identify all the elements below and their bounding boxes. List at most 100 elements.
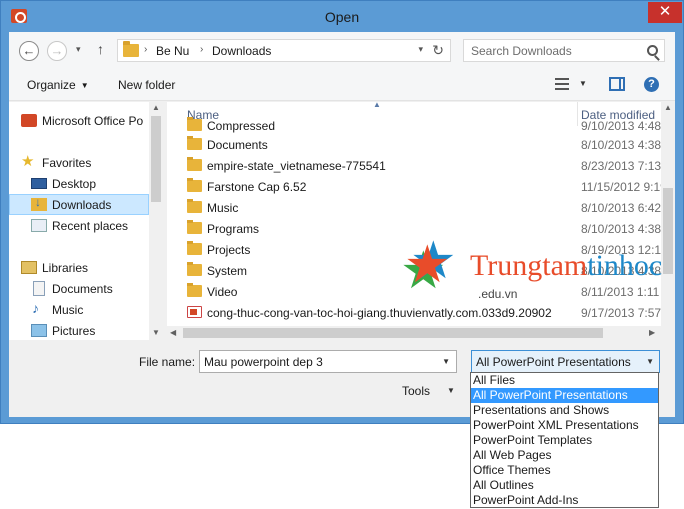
file-date: 8/10/2013 4:38 xyxy=(581,264,661,278)
tools-button[interactable]: Tools xyxy=(402,384,430,398)
recent-locations-chevron-icon[interactable]: ▾ xyxy=(76,44,81,55)
new-folder-button[interactable]: New folder xyxy=(118,78,175,92)
preview-pane-icon[interactable] xyxy=(609,77,625,91)
scroll-up-icon[interactable]: ▲ xyxy=(152,103,160,112)
file-row[interactable]: Compressed 9/10/2013 4:48 xyxy=(167,115,661,136)
file-row[interactable]: empire-state_vietnamese-775541 8/23/2013… xyxy=(167,155,661,176)
file-type-select[interactable]: All PowerPoint Presentations ▼ xyxy=(471,350,660,373)
chevron-down-icon[interactable]: ▼ xyxy=(646,357,654,366)
file-name: Compressed xyxy=(207,119,276,133)
scrollbar-thumb[interactable] xyxy=(151,116,161,202)
scroll-right-icon[interactable]: ▶ xyxy=(649,328,655,337)
scrollbar-thumb[interactable] xyxy=(183,328,603,338)
file-row[interactable]: Video 8/11/2013 1:11 xyxy=(167,281,661,302)
file-row[interactable]: Documents 8/10/2013 4:38 xyxy=(167,134,661,155)
sidebar-item-downloads[interactable]: Downloads xyxy=(9,194,149,215)
file-row[interactable]: Projects 8/19/2013 12:1 xyxy=(167,239,661,260)
file-name: Video xyxy=(207,285,238,299)
folder-icon xyxy=(187,117,202,131)
up-button[interactable]: ↑ xyxy=(97,41,104,57)
horizontal-scrollbar[interactable]: ◀ ▶ xyxy=(167,326,675,340)
file-list: Name ▲ Date modified Compressed 9/10/201… xyxy=(167,102,675,340)
file-row[interactable]: Music 8/10/2013 6:42 xyxy=(167,197,661,218)
dropdown-option[interactable]: Presentations and Shows xyxy=(471,403,658,418)
file-name-value[interactable]: Mau powerpoint dep 3 xyxy=(204,355,323,369)
title-bar[interactable]: Open ✕ xyxy=(1,1,683,32)
dropdown-option[interactable]: PowerPoint XML Presentations xyxy=(471,418,658,433)
recent-places-icon xyxy=(31,219,47,232)
refresh-icon[interactable]: ↻ xyxy=(432,42,444,59)
address-history-chevron-icon[interactable]: ▾ xyxy=(418,44,423,55)
open-dialog-window: Open ✕ ← → ▾ ↑ › Be Nu › Downloads ▾ ↻ S… xyxy=(0,0,684,424)
navigation-scrollbar[interactable]: ▲ ▼ xyxy=(149,102,163,340)
folder-icon xyxy=(187,199,202,213)
file-list-scrollbar[interactable]: ▲ xyxy=(661,102,675,326)
file-name: cong-thuc-cong-van-toc-hoi-giang.thuvien… xyxy=(207,306,552,320)
file-name: Programs xyxy=(207,222,260,236)
file-row[interactable]: System 8/10/2013 4:38 xyxy=(167,260,661,281)
scroll-up-icon[interactable]: ▲ xyxy=(664,103,672,112)
sidebar-item-libraries[interactable]: Libraries xyxy=(9,257,149,278)
sidebar-item-recent-places[interactable]: Recent places xyxy=(9,215,149,236)
back-button[interactable]: ← xyxy=(19,41,39,61)
help-icon[interactable]: ? xyxy=(644,77,659,92)
file-date: 8/11/2013 1:11 xyxy=(581,285,660,299)
breadcrumb-separator-icon[interactable]: › xyxy=(144,44,147,55)
file-date: 11/15/2012 9:19 xyxy=(581,180,661,194)
organize-button[interactable]: Organize ▼ xyxy=(27,78,89,92)
dropdown-option[interactable]: PowerPoint Add-Ins xyxy=(471,493,658,508)
file-row[interactable]: Farstone Cap 6.52 11/15/2012 9:19 xyxy=(167,176,661,197)
file-date: 8/10/2013 4:38 xyxy=(581,138,661,152)
dropdown-option-selected[interactable]: All PowerPoint Presentations xyxy=(471,388,658,403)
folder-icon xyxy=(187,283,202,297)
file-name: Music xyxy=(207,201,239,215)
sidebar-item-documents[interactable]: Documents xyxy=(9,278,149,299)
office-icon xyxy=(21,114,37,127)
organize-label: Organize xyxy=(27,78,76,92)
breadcrumb-item[interactable]: Downloads xyxy=(212,44,271,58)
address-bar[interactable]: › Be Nu › Downloads ▾ ↻ xyxy=(117,39,451,62)
navigation-pane: Microsoft Office Po ★ Favorites Desktop … xyxy=(9,102,163,340)
file-date: 8/19/2013 12:1 xyxy=(581,243,661,257)
view-options-chevron-icon[interactable]: ▼ xyxy=(579,79,587,88)
dropdown-option[interactable]: Office Themes xyxy=(471,463,658,478)
folder-icon xyxy=(187,220,202,234)
scroll-down-icon[interactable]: ▼ xyxy=(152,328,160,337)
file-date: 9/17/2013 7:57 xyxy=(581,306,661,320)
forward-button[interactable]: → xyxy=(47,41,67,61)
sidebar-item-microsoft-office[interactable]: Microsoft Office Po xyxy=(9,110,149,131)
search-input[interactable]: Search Downloads xyxy=(471,44,572,58)
file-name: empire-state_vietnamese-775541 xyxy=(207,159,386,173)
scrollbar-thumb[interactable] xyxy=(663,188,673,274)
search-box[interactable]: Search Downloads xyxy=(463,39,665,62)
search-icon[interactable] xyxy=(647,45,658,56)
sidebar-item-favorites[interactable]: ★ Favorites xyxy=(9,152,149,173)
file-row[interactable]: Programs 8/10/2013 4:38 xyxy=(167,218,661,239)
breadcrumb-separator-icon[interactable]: › xyxy=(200,44,203,55)
dropdown-option[interactable]: All Outlines xyxy=(471,478,658,493)
address-row: ← → ▾ ↑ › Be Nu › Downloads ▾ ↻ Search D… xyxy=(9,32,675,69)
dropdown-option[interactable]: PowerPoint Templates xyxy=(471,433,658,448)
chevron-down-icon[interactable]: ▼ xyxy=(442,357,450,366)
dropdown-option[interactable]: All Web Pages xyxy=(471,448,658,463)
music-note-icon: ♪ xyxy=(32,300,39,316)
document-icon xyxy=(33,281,45,296)
file-name-field[interactable]: Mau powerpoint dep 3 ▼ xyxy=(199,350,457,373)
sidebar-item-pictures[interactable]: Pictures xyxy=(9,320,149,340)
sidebar-item-music[interactable]: ♪ Music xyxy=(9,299,149,320)
sidebar-item-label: Desktop xyxy=(52,177,97,191)
desktop-icon xyxy=(31,178,47,189)
file-date: 8/10/2013 4:38 xyxy=(581,222,661,236)
sidebar-item-label: Microsoft Office Po xyxy=(42,114,144,128)
folder-icon xyxy=(187,136,202,150)
scroll-left-icon[interactable]: ◀ xyxy=(170,328,176,337)
pictures-icon xyxy=(31,324,47,337)
breadcrumb-item[interactable]: Be Nu xyxy=(156,44,189,58)
chevron-down-icon[interactable]: ▼ xyxy=(447,386,455,395)
powerpoint-file-icon xyxy=(187,306,202,318)
file-row[interactable]: cong-thuc-cong-van-toc-hoi-giang.thuvien… xyxy=(167,302,661,323)
close-button[interactable]: ✕ xyxy=(648,2,682,23)
sidebar-item-desktop[interactable]: Desktop xyxy=(9,173,149,194)
change-view-icon[interactable] xyxy=(555,78,569,90)
dropdown-option[interactable]: All Files xyxy=(471,373,658,388)
